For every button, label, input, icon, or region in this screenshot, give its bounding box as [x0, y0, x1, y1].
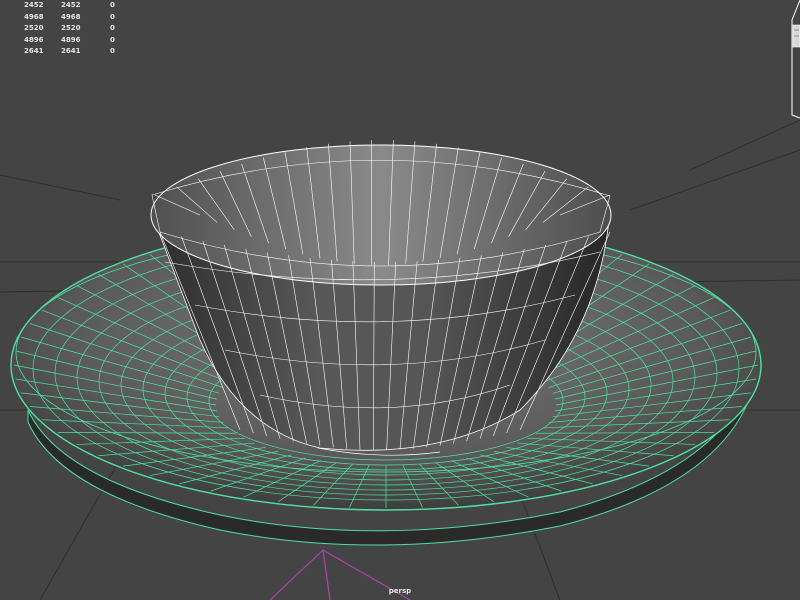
hud-row: 2641 2641 0 — [24, 46, 130, 58]
hud-value: 0 — [110, 35, 115, 44]
hud-value: 2452 — [24, 1, 44, 9]
hud-value: 2641 — [24, 47, 44, 55]
hud-value: 0 — [110, 24, 115, 32]
viewport-3d[interactable] — [0, 0, 800, 600]
hud-value: 0 — [110, 1, 115, 9]
hud-value: 4896 — [24, 35, 44, 44]
hud-row: 4896 4896 0 — [24, 35, 130, 47]
hud-row: 2520 2520 0 — [24, 23, 130, 35]
camera-label: persp — [388, 587, 412, 595]
hud-value: 4968 — [24, 12, 44, 21]
hud-row: 2452 2452 0 — [24, 0, 130, 12]
hud-value: 4896 — [61, 35, 81, 44]
hud-value: 2520 — [24, 24, 44, 32]
hud-value: 0 — [110, 12, 115, 21]
hud-value: 4968 — [61, 12, 81, 21]
hud-value: 2641 — [61, 47, 81, 55]
hud-value: 2452 — [61, 1, 81, 9]
hud-value: 2520 — [61, 24, 81, 32]
poly-count-hud: 2452 2452 0 4968 4968 0 2520 2520 0 4896… — [24, 0, 130, 58]
hud-row: 4968 4968 0 — [24, 12, 130, 24]
view-cube-icon[interactable] — [760, 0, 800, 120]
hud-value: 0 — [110, 47, 115, 55]
